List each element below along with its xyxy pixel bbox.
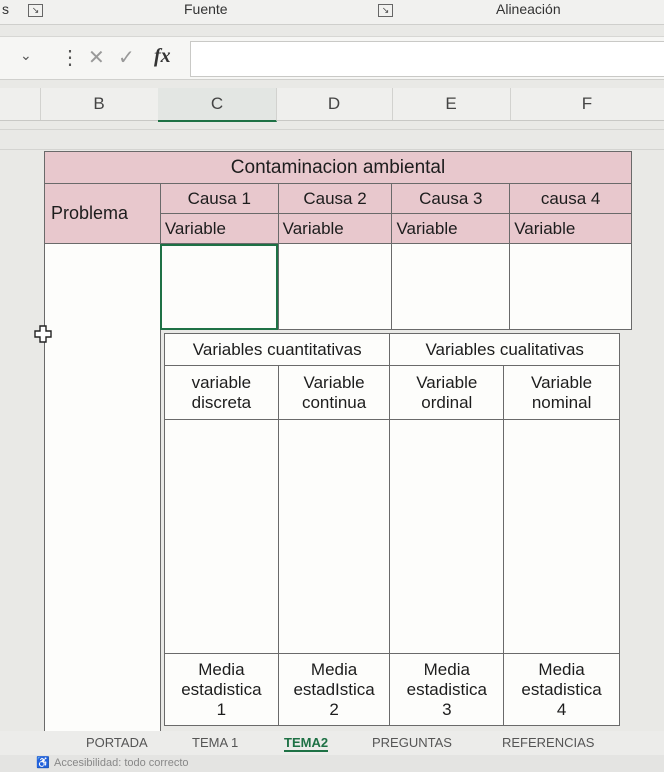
subheader-cell[interactable]: variable discreta [164, 365, 279, 420]
insert-function-icon[interactable]: fx [154, 45, 171, 68]
table-title[interactable]: Contaminacion ambiental [44, 151, 632, 184]
footer-line: 3 [442, 699, 452, 719]
subheader-line: Variable [416, 372, 478, 392]
footer-line: estadistica [406, 679, 487, 699]
footer-line: estadistica [521, 679, 602, 699]
dialog-launcher-icon[interactable]: ↘ [378, 4, 393, 17]
subheader-line: variable [191, 372, 252, 392]
chevron-down-icon[interactable]: ⌄ [20, 47, 32, 64]
footer-line: estadistica [181, 679, 262, 699]
variable-header[interactable]: Variable [277, 213, 393, 244]
enter-icon[interactable]: ✓ [118, 45, 135, 70]
cancel-icon[interactable]: ✕ [88, 45, 105, 70]
status-text[interactable]: Accesibilidad: todo correcto [54, 757, 189, 769]
column-header-d[interactable]: D [276, 88, 393, 120]
grid-line [0, 149, 664, 150]
footer-line: 4 [556, 699, 567, 719]
grid-line [0, 129, 664, 130]
footer-cell[interactable]: Media estadistica 3 [389, 653, 505, 726]
cause-header[interactable]: Causa 3 [391, 183, 511, 214]
selected-cell[interactable] [159, 242, 279, 331]
table-cell[interactable] [277, 242, 393, 331]
footer-cell[interactable]: Media estadistica 1 [164, 653, 279, 726]
subheader-line: continua [301, 392, 367, 412]
variables-table: Variables cuantitativas Variables cualit… [163, 333, 620, 726]
subheader-line: Variable [531, 372, 593, 392]
cause-header[interactable]: Causa 1 [159, 183, 279, 214]
subheader-cell[interactable]: Variable continua [277, 365, 391, 420]
footer-line: Media [538, 659, 585, 679]
table-cell[interactable] [277, 419, 391, 654]
footer-line: Media [198, 659, 245, 679]
formula-bar: ⌄ ⋮ ✕ ✓ fx [0, 36, 664, 80]
worksheet-grid[interactable]: Contaminacion ambiental Problema Causa 1… [0, 121, 664, 741]
subheader-line: ordinal [421, 392, 473, 412]
column-header-a[interactable] [0, 88, 41, 120]
variable-header[interactable]: Variable [391, 213, 511, 244]
tab-tema2[interactable]: TEMA2 [284, 735, 329, 752]
footer-line: 2 [329, 699, 339, 719]
footer-line: estadIstica [293, 679, 375, 699]
table-cell[interactable] [391, 242, 511, 331]
status-bar: ♿ Accesibilidad: todo correcto [0, 755, 664, 772]
column-header-b[interactable]: B [40, 88, 159, 120]
subheader-line: Variable [303, 372, 365, 392]
subheader-cell[interactable]: Variable nominal [503, 365, 620, 420]
ribbon-group-labels: s ↘ Fuente ↘ Alineación [0, 0, 664, 25]
footer-cell[interactable]: Media estadIstica 2 [277, 653, 391, 726]
footer-line: Media [310, 659, 358, 679]
group-header-cuantitativas[interactable]: Variables cuantitativas [163, 333, 391, 366]
tab-tema-1[interactable]: TEMA 1 [192, 735, 238, 750]
ribbon-group-alineacion: Alineación [496, 1, 561, 17]
dialog-launcher-icon[interactable]: ↘ [28, 4, 43, 17]
table-cell[interactable] [503, 419, 620, 654]
footer-cell[interactable]: Media estadistica 4 [503, 653, 620, 726]
tab-referencias[interactable]: REFERENCIAS [502, 735, 594, 750]
more-options-icon[interactable]: ⋮ [60, 45, 80, 70]
subheader-line: nominal [531, 392, 592, 412]
column-header-c[interactable]: C [158, 88, 277, 122]
column-header-f[interactable]: F [510, 88, 664, 120]
problema-cell[interactable] [44, 243, 161, 741]
footer-line: Media [423, 659, 470, 679]
tab-preguntas[interactable]: PREGUNTAS [372, 735, 452, 750]
cell-cursor-icon [34, 325, 52, 343]
formula-input[interactable] [190, 41, 664, 77]
sheet-tabs-bar: PORTADA TEMA 1 TEMA2 PREGUNTAS REFERENCI… [0, 731, 664, 755]
footer-line: 1 [216, 699, 227, 719]
table-cell[interactable] [164, 419, 279, 654]
tab-portada[interactable]: PORTADA [86, 735, 148, 750]
accessibility-icon[interactable]: ♿ [36, 756, 50, 769]
table-cell[interactable] [509, 242, 632, 331]
group-header-cualitativas[interactable]: Variables cualitativas [389, 333, 620, 366]
subheader-cell[interactable]: Variable ordinal [389, 365, 505, 420]
subheader-line: discreta [191, 392, 252, 412]
problema-header[interactable]: Problema [44, 183, 161, 244]
cause-header[interactable]: Causa 2 [277, 183, 393, 214]
column-headers: B C D E F [0, 88, 664, 122]
column-header-e[interactable]: E [392, 88, 511, 120]
variable-header[interactable]: Variable [159, 213, 279, 244]
table-cell[interactable] [389, 419, 505, 654]
cause-header[interactable]: causa 4 [509, 183, 632, 214]
ribbon-fragment: s [2, 1, 9, 17]
variable-header[interactable]: Variable [509, 213, 632, 244]
ribbon-group-fuente: Fuente [184, 1, 228, 17]
